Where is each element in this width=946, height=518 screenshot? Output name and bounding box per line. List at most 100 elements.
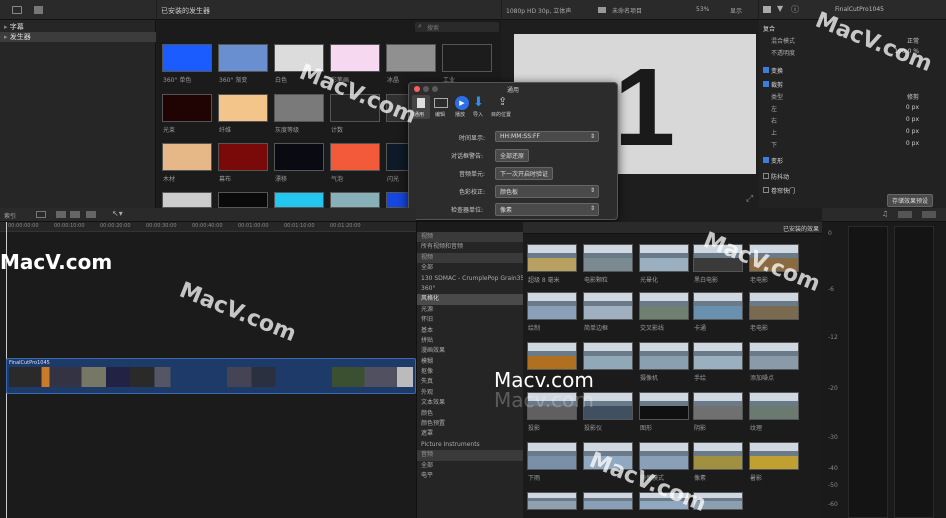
crop-left-value[interactable]: 0 px [906, 104, 919, 111]
generator-thumbnail[interactable] [218, 44, 268, 72]
crop-checkbox[interactable] [763, 81, 769, 87]
connect-icon[interactable] [56, 211, 66, 218]
timeline-ruler[interactable]: 00:00:00:00 00:00:10:00 00:00:20:00 00:00:3… [0, 222, 416, 232]
generator-thumbnail[interactable] [218, 192, 268, 208]
effects-category[interactable]: 模糊 [417, 357, 523, 367]
tab-destinations[interactable]: ⇪ 目的位置 [491, 95, 517, 119]
index-button[interactable]: 索引 [4, 211, 16, 220]
save-preset-button[interactable]: 存储效果预设 [887, 194, 934, 207]
effects-category[interactable]: 360° [417, 284, 523, 294]
effects-category[interactable]: 风格化 [417, 294, 523, 305]
validate-next-launch-button[interactable]: 下一次开启时验证 [495, 167, 554, 180]
effect-thumbnail[interactable] [527, 492, 577, 510]
meter-toggle-icon[interactable] [898, 211, 912, 218]
effect-thumbnail[interactable] [583, 292, 633, 320]
zoom-level[interactable]: 53% [696, 6, 709, 13]
effects-category[interactable]: 全部 [417, 461, 523, 471]
crop-section[interactable]: 裁剪 [759, 80, 943, 90]
effects-category[interactable]: 基本 [417, 326, 523, 336]
overwrite-icon[interactable] [86, 211, 96, 218]
effects-category[interactable]: 130 SDMAC - CrumplePop Grain35... [417, 274, 523, 284]
generator-thumbnail[interactable] [274, 94, 324, 122]
effects-category[interactable]: Picture Instruments [417, 440, 523, 450]
effect-thumbnail[interactable] [583, 492, 633, 510]
effects-category[interactable]: 所有视频和音频 [417, 242, 523, 252]
generator-thumbnail[interactable] [330, 192, 380, 208]
effect-thumbnail[interactable] [527, 442, 577, 470]
minimize-button[interactable] [423, 86, 429, 92]
effect-thumbnail[interactable] [749, 292, 799, 320]
crop-top-row[interactable]: 上 0 px [759, 128, 943, 138]
effects-category[interactable]: 拼贴 [417, 336, 523, 346]
sidebar-item-generators[interactable]: ▸ 发生器 [0, 32, 156, 42]
distort-section[interactable]: 变形 [759, 156, 943, 166]
effect-thumbnail[interactable] [693, 442, 743, 470]
search-input[interactable]: 搜索 [427, 23, 439, 32]
crop-bottom-row[interactable]: 下 0 px [759, 140, 943, 150]
generator-thumbnail[interactable] [330, 44, 380, 72]
meter-options-icon[interactable] [922, 211, 936, 218]
generator-thumbnail[interactable] [274, 192, 324, 208]
effect-thumbnail[interactable] [639, 292, 689, 320]
generator-thumbnail[interactable] [442, 44, 492, 72]
crop-right-value[interactable]: 0 px [906, 116, 919, 123]
effects-title[interactable]: 已安装的效果 [783, 224, 819, 233]
clip-appearance-icon[interactable] [36, 211, 46, 218]
generator-thumbnail[interactable] [330, 143, 380, 171]
rolling-checkbox[interactable] [763, 187, 769, 193]
effect-thumbnail[interactable] [639, 392, 689, 420]
sidebar-item-captions[interactable]: ▸ 字幕 [0, 22, 156, 32]
effects-category[interactable]: 视频 [417, 252, 523, 264]
transform-checkbox[interactable] [763, 67, 769, 73]
effects-category[interactable]: 遮罩 [417, 429, 523, 439]
effects-category[interactable]: 漫画效果 [417, 346, 523, 356]
crop-bottom-value[interactable]: 0 px [906, 140, 919, 147]
crop-type-row[interactable]: 类型 修剪 [759, 92, 943, 102]
timeline-clip[interactable]: FinalCutPro1045 [6, 358, 416, 394]
effect-thumbnail[interactable] [749, 392, 799, 420]
generator-thumbnail[interactable] [162, 192, 212, 208]
effect-thumbnail[interactable] [639, 442, 689, 470]
info-inspector-icon[interactable]: ⓘ [791, 4, 799, 15]
video-inspector-icon[interactable] [763, 6, 771, 13]
zoom-button[interactable] [432, 86, 438, 92]
stabilize-checkbox[interactable] [763, 173, 769, 179]
reset-all-button[interactable]: 全部还原 [495, 149, 530, 162]
generator-thumbnail[interactable] [162, 94, 212, 122]
generator-thumbnail[interactable] [274, 143, 324, 171]
tab-import[interactable]: ⬇ 导入 [471, 95, 489, 119]
headphones-icon[interactable]: ♫ [882, 210, 888, 218]
effect-thumbnail[interactable] [527, 342, 577, 370]
browser-title[interactable]: 已安装的发生器 [161, 6, 210, 16]
tab-editing[interactable]: 编辑 [431, 95, 453, 119]
effect-thumbnail[interactable] [527, 292, 577, 320]
time-display-select[interactable]: HH:MM:SS:FF ⇕ [495, 131, 599, 142]
crop-right-row[interactable]: 右 0 px [759, 116, 943, 126]
effect-thumbnail[interactable] [749, 342, 799, 370]
effect-thumbnail[interactable] [527, 244, 577, 272]
crop-left-row[interactable]: 左 0 px [759, 104, 943, 114]
effects-category[interactable]: 颜色预置 [417, 419, 523, 429]
effect-thumbnail[interactable] [749, 442, 799, 470]
crop-type-value[interactable]: 修剪 [907, 92, 919, 101]
close-button[interactable] [414, 86, 420, 92]
fullscreen-icon[interactable]: ⤢ [746, 194, 753, 204]
effect-thumbnail[interactable] [583, 342, 633, 370]
stabilize-section[interactable]: 防抖动 [759, 172, 943, 182]
generator-thumbnail[interactable] [218, 94, 268, 122]
inspector-units-select[interactable]: 像素 ⇕ [495, 203, 599, 216]
generator-thumbnail[interactable] [162, 143, 212, 171]
crop-top-value[interactable]: 0 px [906, 128, 919, 135]
effects-category[interactable]: 光源 [417, 305, 523, 315]
generator-thumbnail[interactable] [218, 143, 268, 171]
effect-thumbnail[interactable] [693, 392, 743, 420]
view-menu[interactable]: 显示 [730, 6, 742, 15]
effect-thumbnail[interactable] [639, 342, 689, 370]
color-correction-select[interactable]: 颜色板 ⇕ [495, 185, 599, 198]
effect-thumbnail[interactable] [693, 342, 743, 370]
titles-icon[interactable] [34, 6, 43, 14]
color-inspector-icon[interactable]: ▼ [777, 4, 783, 13]
effects-category[interactable]: 全部 [417, 263, 523, 273]
effects-category[interactable]: 怀旧 [417, 315, 523, 325]
generator-thumbnail[interactable] [162, 44, 212, 72]
